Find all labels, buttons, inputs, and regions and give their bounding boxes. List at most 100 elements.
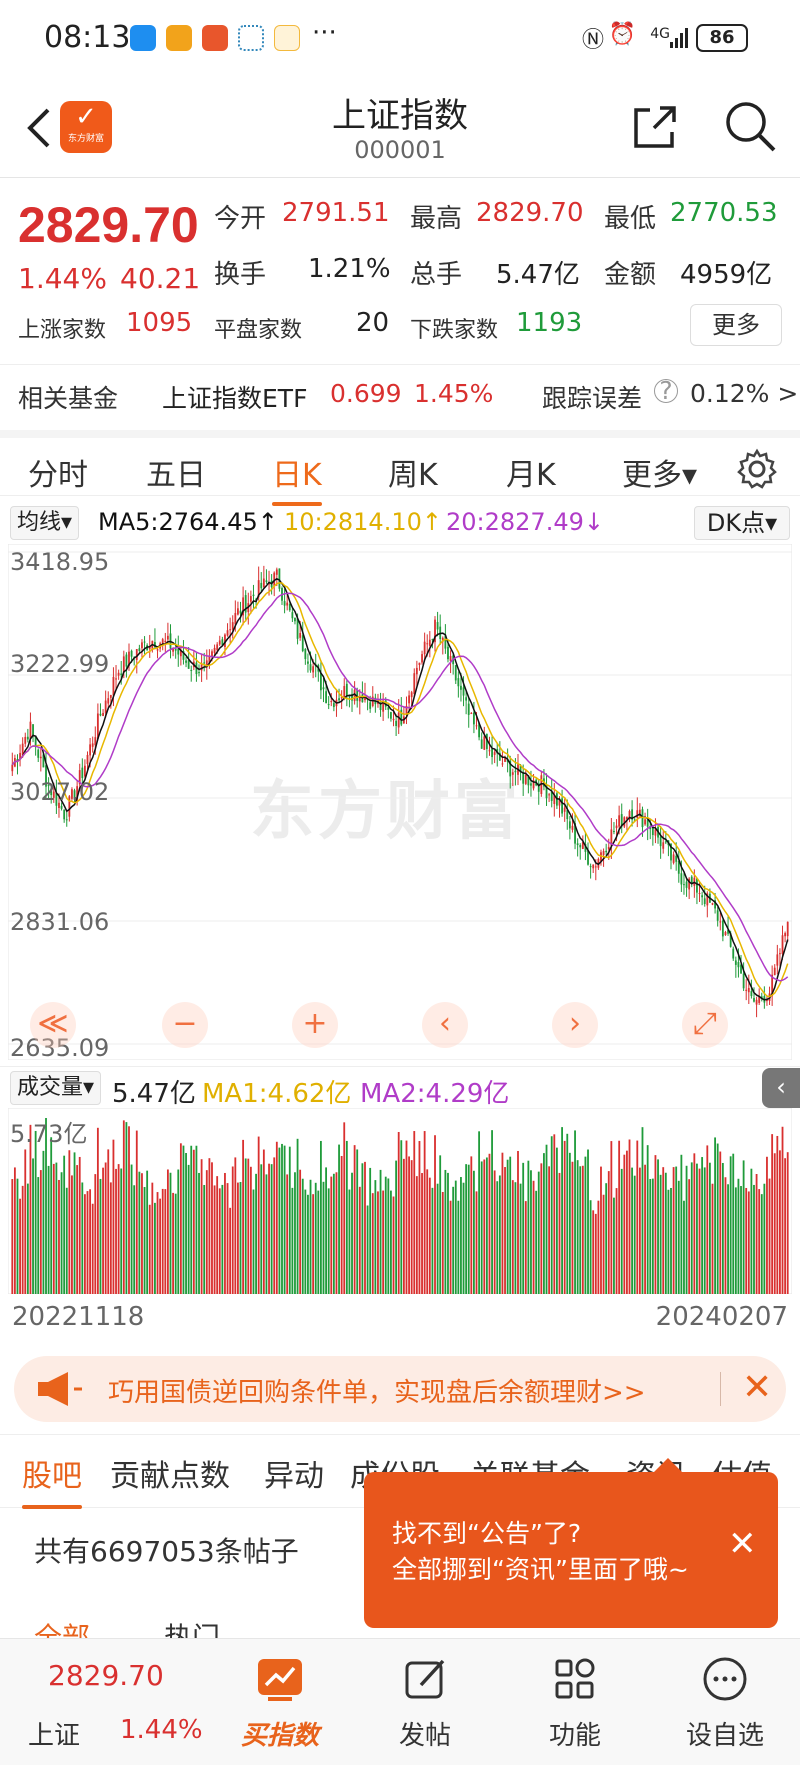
up-count: 1095 [126, 308, 193, 338]
volume-indicator-select[interactable]: 成交量▾ [10, 1071, 102, 1105]
tab-five-day[interactable]: 五日 [146, 450, 206, 494]
open-label: 今开 [214, 204, 267, 234]
nav-functions[interactable]: 功能 [520, 1639, 630, 1765]
ma-select[interactable]: 均线▾ [10, 506, 80, 540]
scroll-right-button[interactable]: › [552, 1002, 598, 1048]
volume-bar [226, 1183, 229, 1294]
close-icon[interactable]: ✕ [742, 1368, 778, 1408]
candle-body [237, 608, 239, 615]
candle-body [644, 819, 646, 825]
volume-bar [42, 1150, 45, 1294]
nav-buy-index[interactable]: 买指数 [220, 1639, 340, 1765]
volume-bar [84, 1194, 86, 1294]
tab-weekly-k[interactable]: 周K [388, 450, 438, 494]
volume-bar [371, 1193, 374, 1294]
volume-bar [345, 1140, 348, 1294]
gear-icon[interactable] [736, 448, 778, 490]
grid-icon [555, 1658, 595, 1699]
candle-body [428, 639, 431, 646]
volume-bar [374, 1180, 377, 1294]
volume-bar [161, 1188, 164, 1294]
volume-bar [781, 1126, 784, 1294]
volume-bar [568, 1152, 571, 1294]
volume-bar [563, 1140, 566, 1294]
ma-row: 均线▾ MA5:2764.45↑ 10:2814.10↑ 20:2827.49↓… [0, 502, 800, 542]
related-fund-label: 相关基金 [18, 384, 119, 413]
scroll-to-start-button[interactable]: ≪ [30, 1002, 76, 1048]
search-icon[interactable] [722, 98, 778, 154]
volume-bar [78, 1156, 81, 1294]
candle-body [239, 610, 242, 614]
volume-bar [561, 1127, 563, 1294]
volume-bar [779, 1150, 781, 1294]
candle-body [745, 989, 748, 991]
nav-post[interactable]: 发帖 [370, 1639, 480, 1765]
volume-bar [141, 1173, 143, 1294]
close-icon[interactable]: ✕ [728, 1524, 757, 1564]
candle-body [447, 646, 449, 660]
volume-bar [364, 1161, 366, 1294]
candle-body [29, 721, 32, 739]
candle-body [615, 825, 618, 829]
amount-label: 金额 [604, 260, 657, 290]
volume-bar [252, 1189, 255, 1294]
candle-body [724, 932, 727, 936]
candle-body [122, 656, 125, 673]
zoom-in-button[interactable]: + [292, 1002, 338, 1048]
candle-body [143, 641, 146, 643]
more-notifications-icon: ··· [312, 18, 337, 48]
volume-bar [291, 1187, 294, 1294]
nav-index-quote[interactable]: 2829.70 上证 1.44% [0, 1639, 203, 1765]
banner-text[interactable]: 巧用国债逆回购条件单，实现盘后余额理财>> [108, 1372, 646, 1409]
slack-app-icon [238, 25, 264, 51]
volume-bar [379, 1169, 382, 1294]
volume-bar [719, 1151, 722, 1294]
candle-body [703, 898, 706, 904]
dk-point-select[interactable]: DK点▾ [694, 506, 790, 540]
tab-contribution[interactable]: 贡献点数 [110, 1451, 230, 1495]
volume-bar [138, 1171, 141, 1294]
price-axis-tick: 3222.99 [10, 650, 110, 678]
volume-bar [447, 1172, 449, 1294]
more-circle-icon [703, 1657, 747, 1701]
volume-bar [299, 1169, 302, 1294]
volume-bar [405, 1140, 408, 1294]
scroll-left-button[interactable]: ‹ [422, 1002, 468, 1048]
tab-guba[interactable]: 股吧 [22, 1451, 82, 1509]
high-label: 最高 [410, 204, 463, 234]
volume-bar [387, 1178, 390, 1294]
candle-body [89, 744, 92, 756]
nav-watch-label: 设自选 [685, 1721, 764, 1751]
tab-intraday[interactable]: 分时 [28, 450, 88, 494]
more-stats-button[interactable]: 更多 [690, 304, 782, 346]
volume-bar [29, 1124, 32, 1294]
kline-chart[interactable] [8, 544, 792, 1060]
candle-body [511, 772, 514, 775]
nav-index-pct: 1.44% [120, 1715, 203, 1745]
tab-daily-k[interactable]: 日K [272, 450, 322, 506]
candle-body [392, 718, 395, 721]
related-fund-name[interactable]: 上证指数ETF [162, 379, 307, 415]
candle-body [190, 669, 193, 671]
tab-more-periods[interactable]: 更多▾ [622, 450, 697, 494]
volume-bar [68, 1150, 71, 1294]
volume-bar [576, 1160, 579, 1294]
promo-banner[interactable]: 巧用国债逆回购条件单，实现盘后余额理财>> ✕ [14, 1356, 786, 1422]
candle-body [37, 749, 40, 758]
tab-monthly-k[interactable]: 月K [506, 450, 556, 494]
candle-body [779, 953, 781, 955]
volume-bar [452, 1186, 455, 1294]
volume-bar [760, 1194, 763, 1294]
volume-ma2: MA2:4.29亿 [360, 1079, 510, 1109]
related-fund-row[interactable]: 相关基金 上证指数ETF 0.699 1.45% 跟踪误差 ? 0.12% > [0, 364, 800, 424]
nav-add-watchlist[interactable]: 设自选 [670, 1639, 780, 1765]
zoom-out-button[interactable]: − [162, 1002, 208, 1048]
help-icon[interactable]: ? [654, 378, 678, 403]
collapse-panel-button[interactable]: ‹ [762, 1068, 800, 1108]
candle-body [732, 948, 735, 959]
fullscreen-button[interactable]: ⤢ [682, 1002, 728, 1048]
nav-buy-label: 买指数 [240, 1721, 319, 1751]
volume-bar [517, 1150, 519, 1294]
tab-anomaly[interactable]: 异动 [264, 1451, 324, 1495]
share-icon[interactable] [630, 102, 680, 152]
